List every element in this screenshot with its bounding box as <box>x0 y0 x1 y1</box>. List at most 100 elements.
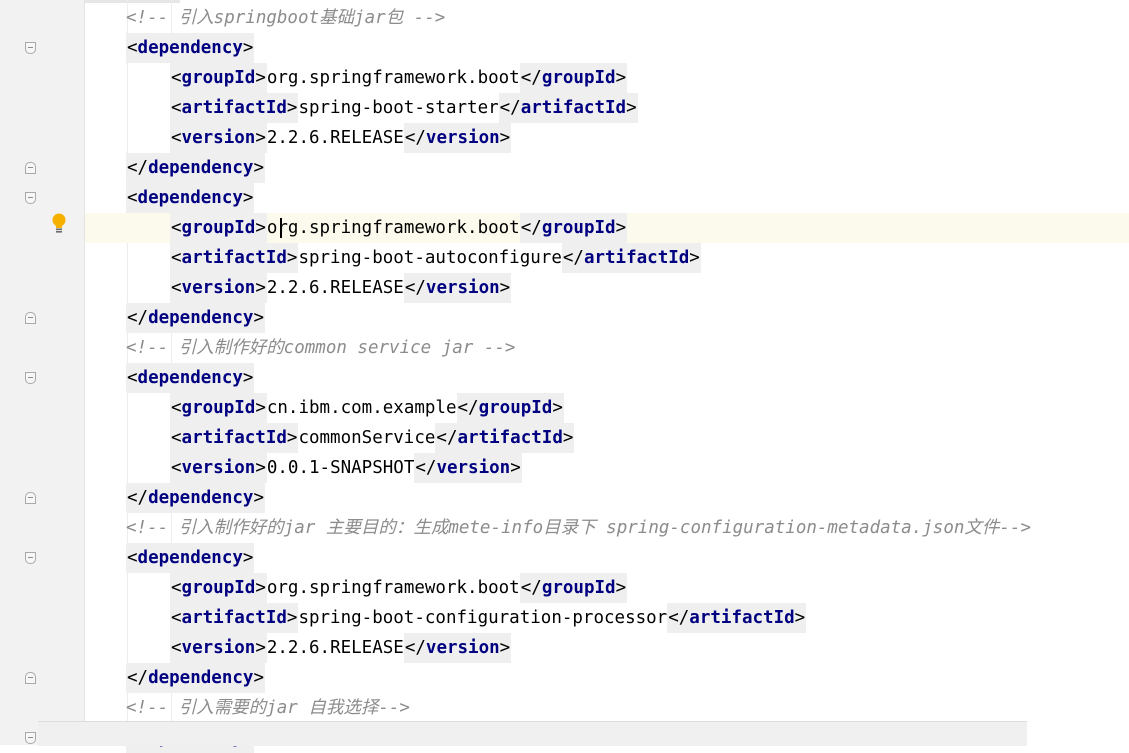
fold-end-icon[interactable] <box>25 492 36 504</box>
tag-bracket: > <box>689 248 700 268</box>
fold-end-icon[interactable] <box>25 672 36 684</box>
code-line[interactable]: <version>0.0.1-SNAPSHOT</version> <box>85 453 1129 483</box>
code-line[interactable]: <groupId>org.springframework.boot</group… <box>85 63 1129 93</box>
code-line[interactable]: <artifactId>spring-boot-autoconfigure</a… <box>85 243 1129 273</box>
tag-name: dependency <box>148 158 254 178</box>
tag-bracket: < <box>171 248 182 268</box>
tag-name: dependency <box>137 38 243 58</box>
tag-name: artifactId <box>181 428 287 448</box>
code-line[interactable]: <!-- 引入springboot基础jar包 --> <box>85 3 1129 33</box>
code-line[interactable]: <artifactId>spring-boot-starter</artifac… <box>85 93 1129 123</box>
fold-end-icon[interactable] <box>25 312 36 324</box>
code-line[interactable]: <artifactId>spring-boot-configuration-pr… <box>85 603 1129 633</box>
tag-name: version <box>425 278 500 298</box>
horizontal-scrollbar[interactable] <box>38 721 1027 746</box>
xml-tag: <artifactId> <box>170 423 299 453</box>
code-line[interactable]: <!-- 引入需要的jar 自我选择--> <box>85 693 1129 723</box>
tag-name: version <box>181 278 256 298</box>
xml-comment: <!-- 引入springboot基础jar包 --> <box>126 8 446 28</box>
tag-bracket: > <box>255 218 266 238</box>
lightbulb-icon[interactable] <box>51 213 67 235</box>
tag-bracket: < <box>171 458 182 478</box>
tag-bracket: > <box>253 488 264 508</box>
xml-tag: </dependency> <box>126 663 265 693</box>
tag-name: artifactId <box>583 248 690 268</box>
tag-bracket: > <box>242 548 254 568</box>
code-line[interactable]: <artifactId>commonService</artifactId> <box>85 423 1129 453</box>
tag-bracket: > <box>499 638 511 658</box>
code-line[interactable]: <dependency> <box>85 183 1129 213</box>
tag-value: 2.2.6.RELEASE <box>266 128 404 148</box>
code-line[interactable]: <version>2.2.6.RELEASE</version> <box>85 273 1129 303</box>
tag-bracket: > <box>499 278 511 298</box>
tag-bracket: </ <box>520 578 542 598</box>
tag-bracket: < <box>171 608 182 628</box>
tag-name: artifactId <box>457 428 563 448</box>
tag-name: dependency <box>137 368 243 388</box>
code-editor[interactable]: <!-- 引入springboot基础jar包 --> <dependency> <… <box>85 0 1129 753</box>
tag-name: artifactId <box>181 98 287 118</box>
code-line[interactable]: <!-- 引入制作好的jar 主要目的：生成mete-info目录下 sprin… <box>85 513 1129 543</box>
code-line[interactable]: </dependency> <box>85 153 1129 183</box>
fold-start-icon[interactable] <box>25 42 36 54</box>
code-line[interactable]: <!-- 引入制作好的common service jar --> <box>85 333 1129 363</box>
code-line[interactable]: <version>2.2.6.RELEASE</version> <box>85 633 1129 663</box>
xml-tag: <dependency> <box>126 33 255 63</box>
xml-tag: </dependency> <box>126 153 265 183</box>
tag-bracket: </ <box>404 278 426 298</box>
tag-bracket: < <box>171 428 182 448</box>
tag-bracket: </ <box>520 218 542 238</box>
tag-bracket: < <box>171 278 182 298</box>
tag-value: commonService <box>298 428 436 448</box>
fold-start-icon[interactable] <box>25 732 36 744</box>
tag-value: 2.2.6.RELEASE <box>266 638 404 658</box>
tag-name: dependency <box>148 488 254 508</box>
code-line[interactable]: <dependency> <box>85 33 1129 63</box>
code-line[interactable]: </dependency> <box>85 483 1129 513</box>
tag-value: spring-boot-starter <box>298 98 499 118</box>
tag-bracket: > <box>255 68 266 88</box>
code-line[interactable]: <groupId>cn.ibm.com.example</groupId> <box>85 393 1129 423</box>
xml-tag: </version> <box>403 273 512 303</box>
xml-tag: </groupId> <box>519 573 628 603</box>
code-line[interactable]: <groupId>org.springframework.boot</group… <box>85 573 1129 603</box>
tag-value: 2.2.6.RELEASE <box>266 278 404 298</box>
xml-tag: <version> <box>170 453 267 483</box>
tag-value: org.springframework.boot <box>266 578 520 598</box>
tag-name: groupId <box>181 398 256 418</box>
xml-tag: </version> <box>414 453 522 483</box>
fold-start-icon[interactable] <box>25 552 36 564</box>
tag-bracket: < <box>171 638 182 658</box>
xml-comment: <!-- 引入需要的jar 自我选择--> <box>126 698 410 718</box>
tag-bracket: > <box>255 398 266 418</box>
tag-name: dependency <box>137 548 243 568</box>
tag-name: groupId <box>541 218 616 238</box>
xml-tag: </artifactId> <box>667 603 807 633</box>
xml-tag: <version> <box>170 633 267 663</box>
tag-value: spring-boot-autoconfigure <box>298 248 562 268</box>
xml-tag: <artifactId> <box>170 93 299 123</box>
text-caret <box>280 218 282 238</box>
fold-start-icon[interactable] <box>25 192 36 204</box>
xml-tag: <groupId> <box>170 393 267 423</box>
xml-comment: <!-- 引入制作好的common service jar --> <box>126 338 516 358</box>
xml-comment: <!-- 引入制作好的jar 主要目的：生成mete-info目录下 sprin… <box>126 518 1032 538</box>
fold-start-icon[interactable] <box>25 372 36 384</box>
tag-name: version <box>436 458 511 478</box>
fold-end-icon[interactable] <box>25 162 36 174</box>
code-line[interactable]: </dependency> <box>85 663 1129 693</box>
code-line[interactable]: </dependency> <box>85 303 1129 333</box>
code-line[interactable]: <dependency> <box>85 363 1129 393</box>
tag-bracket: < <box>127 188 138 208</box>
tag-bracket: > <box>242 38 254 58</box>
tag-bracket: < <box>127 548 138 568</box>
tag-bracket: > <box>253 668 264 688</box>
code-line[interactable]: <version>2.2.6.RELEASE</version> <box>85 123 1129 153</box>
tag-bracket: > <box>242 188 254 208</box>
tag-name: dependency <box>137 188 243 208</box>
code-line[interactable]: <dependency> <box>85 543 1129 573</box>
tag-bracket: </ <box>520 68 542 88</box>
tag-bracket: </ <box>127 158 149 178</box>
code-line[interactable]: <groupId>org.springframework.boot</group… <box>85 213 1129 243</box>
xml-tag: </groupId> <box>456 393 564 423</box>
